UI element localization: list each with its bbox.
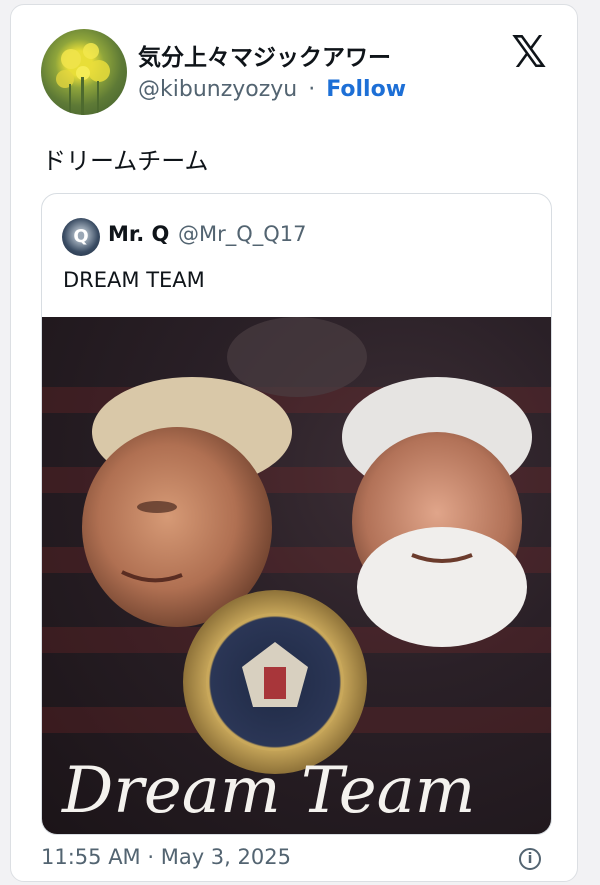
dream-team-title: Dream Team: [61, 754, 475, 828]
follow-button[interactable]: Follow: [326, 77, 406, 102]
author-handle-row: @kibunzyozyu · Follow: [138, 77, 406, 102]
x-logo-icon[interactable]: 𝕏: [507, 31, 551, 75]
info-icon[interactable]: i: [519, 848, 541, 870]
quoted-tweet[interactable]: Q Mr. Q @Mr_Q_Q17 DREAM TEAM Dream Team: [41, 193, 552, 835]
author-handle[interactable]: @kibunzyozyu: [138, 77, 297, 102]
author-name[interactable]: 気分上々マジックアワー: [138, 38, 391, 72]
embedded-tweet-card: 気分上々マジックアワー @kibunzyozyu · Follow 𝕏 ドリーム…: [10, 4, 578, 882]
quoted-author-name[interactable]: Mr. Q: [108, 222, 169, 246]
tweet-text: ドリームチーム: [42, 147, 209, 175]
quoted-author-handle[interactable]: @Mr_Q_Q17: [178, 222, 307, 246]
quoted-tweet-image[interactable]: Dream Team: [42, 317, 551, 834]
author-avatar[interactable]: [41, 29, 127, 115]
tweet-timestamp[interactable]: 11:55 AM · May 3, 2025: [41, 845, 291, 869]
quoted-author-avatar[interactable]: Q: [62, 218, 100, 256]
quoted-tweet-text: DREAM TEAM: [63, 268, 205, 292]
separator-dot: ·: [308, 77, 316, 102]
